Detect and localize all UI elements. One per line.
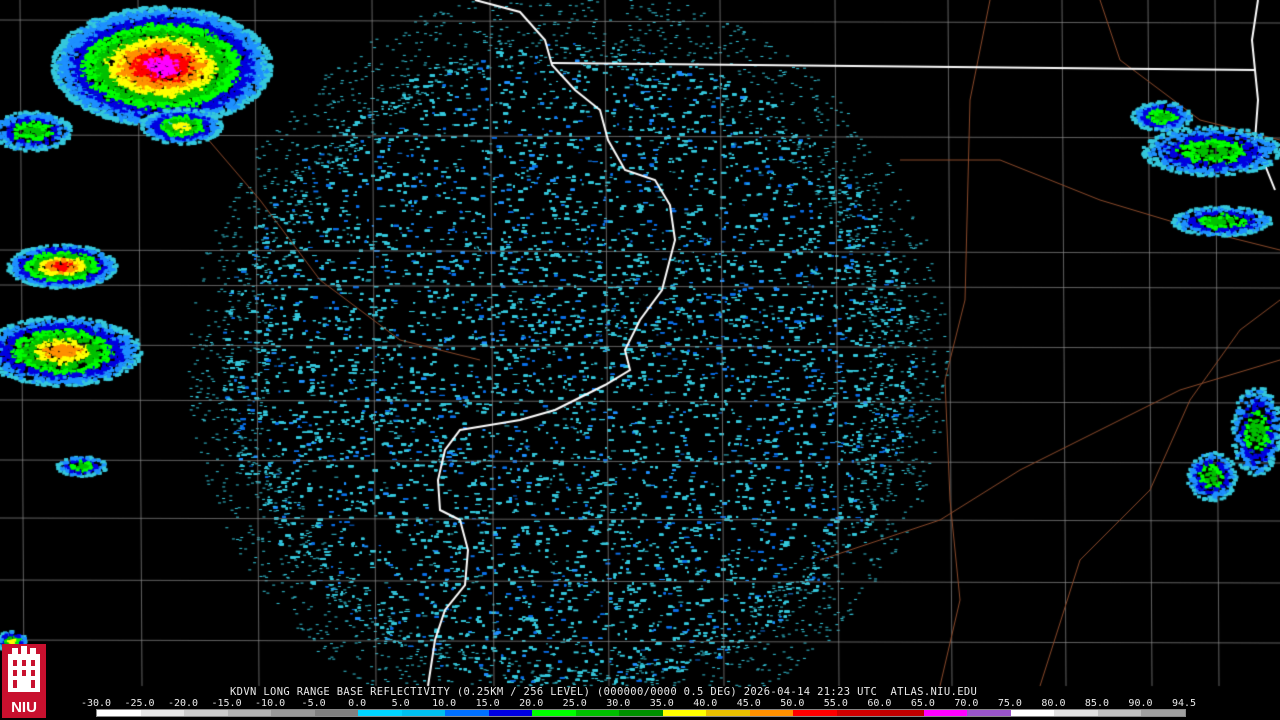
scale-label: 45.0	[736, 698, 761, 709]
scale-label: -5.0	[301, 698, 326, 709]
scale-swatch	[706, 710, 750, 716]
scale-swatch	[1097, 710, 1142, 716]
scale-label: -20.0	[167, 698, 199, 709]
scale-label: -10.0	[255, 698, 286, 709]
scale-swatch	[532, 710, 576, 716]
scale-swatch	[227, 710, 272, 716]
scale-label: 5.0	[391, 698, 410, 709]
scale-swatch	[1054, 710, 1098, 716]
scale-swatch	[836, 710, 881, 716]
niu-logo-icon: NIU	[2, 644, 46, 718]
scale-swatch	[619, 710, 663, 716]
scale-swatch	[401, 710, 446, 716]
scale-label: 55.0	[823, 698, 848, 709]
scale-swatch	[575, 710, 620, 716]
scale-label: 80.0	[1041, 698, 1066, 709]
scale-swatch	[749, 710, 794, 716]
scale-label: 50.0	[780, 698, 805, 709]
scale-label: 25.0	[562, 698, 587, 709]
scale-swatch	[314, 710, 359, 716]
scale-swatch	[967, 710, 1011, 716]
scale-swatch	[271, 710, 315, 716]
scale-labels: -30.0 -25.0 -20.0 -15.0 -10.0 -5.0 0.0 5.0 10.0 1…	[81, 698, 1197, 709]
scale-label: 40.0	[693, 698, 718, 709]
scale-swatch	[184, 710, 228, 716]
scale-swatch	[793, 710, 837, 716]
scale-label: -15.0	[211, 698, 242, 709]
scale-swatch	[140, 710, 185, 716]
scale-label: 20.0	[519, 698, 544, 709]
color-scale: -30.0 -25.0 -20.0 -15.0 -10.0 -5.0 0.0 5.0 10.0 1…	[81, 698, 1197, 718]
scale-label: -30.0	[80, 698, 112, 709]
scale-swatch	[488, 710, 533, 716]
scale-swatch	[662, 710, 707, 716]
scale-label: 70.0	[954, 698, 979, 709]
scale-label: 35.0	[649, 698, 674, 709]
scale-swatch	[880, 710, 924, 716]
scale-label: 30.0	[606, 698, 631, 709]
radar-map	[0, 0, 1280, 720]
scale-swatch	[1010, 710, 1055, 716]
caption-text: KDVN LONG RANGE BASE REFLECTIVITY (0.25K…	[230, 686, 978, 698]
svg-text:NIU: NIU	[11, 699, 37, 716]
scale-swatch	[358, 710, 402, 716]
scale-label: -25.0	[124, 698, 155, 709]
scale-label: 0.0	[348, 698, 367, 709]
scale-swatch	[445, 710, 489, 716]
scale-label: 15.0	[475, 698, 500, 709]
scale-swatch	[923, 710, 968, 716]
scale-label: 75.0	[997, 698, 1022, 709]
scale-swatch	[97, 710, 141, 716]
scale-bar	[96, 709, 1186, 717]
scale-label: 10.0	[432, 698, 457, 709]
scale-label: 60.0	[867, 698, 892, 709]
scale-label: 65.0	[910, 698, 935, 709]
scale-label: 85.0	[1084, 698, 1109, 709]
scale-label: 90.0	[1128, 698, 1153, 709]
scale-swatch	[1141, 710, 1185, 716]
scale-label: 94.5	[1171, 698, 1197, 709]
